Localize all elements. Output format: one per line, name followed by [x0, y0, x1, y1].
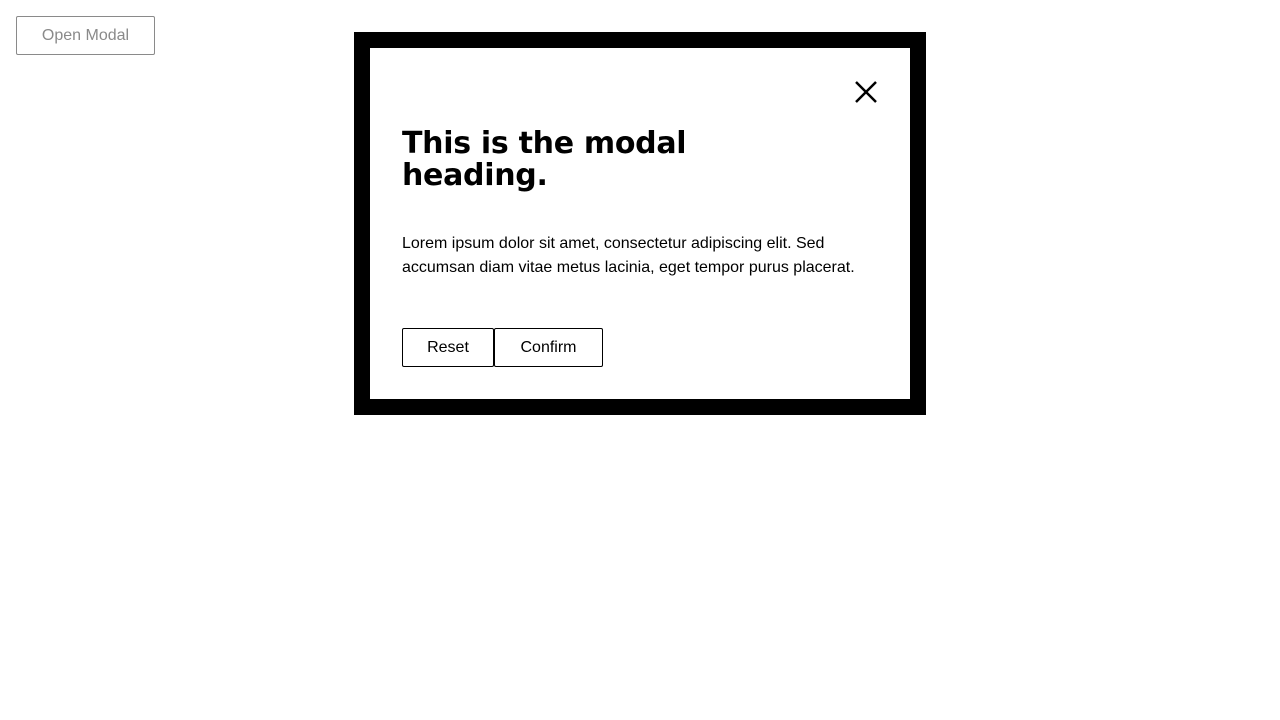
modal-body-text: Lorem ipsum dolor sit amet, consectetur …	[402, 235, 855, 276]
confirm-button[interactable]: Confirm	[494, 328, 603, 367]
modal-actions: Reset Confirm	[402, 328, 603, 367]
modal-heading: This is the modal heading.	[402, 126, 687, 193]
page: Open Modal This is the modal heading. Lo…	[0, 0, 1280, 720]
modal-dialog: This is the modal heading. Lorem ipsum d…	[370, 48, 910, 399]
close-icon	[855, 81, 877, 103]
open-modal-button[interactable]: Open Modal	[16, 16, 155, 55]
reset-button[interactable]: Reset	[402, 328, 494, 367]
close-button[interactable]	[850, 76, 882, 108]
modal-frame: This is the modal heading. Lorem ipsum d…	[354, 32, 926, 415]
